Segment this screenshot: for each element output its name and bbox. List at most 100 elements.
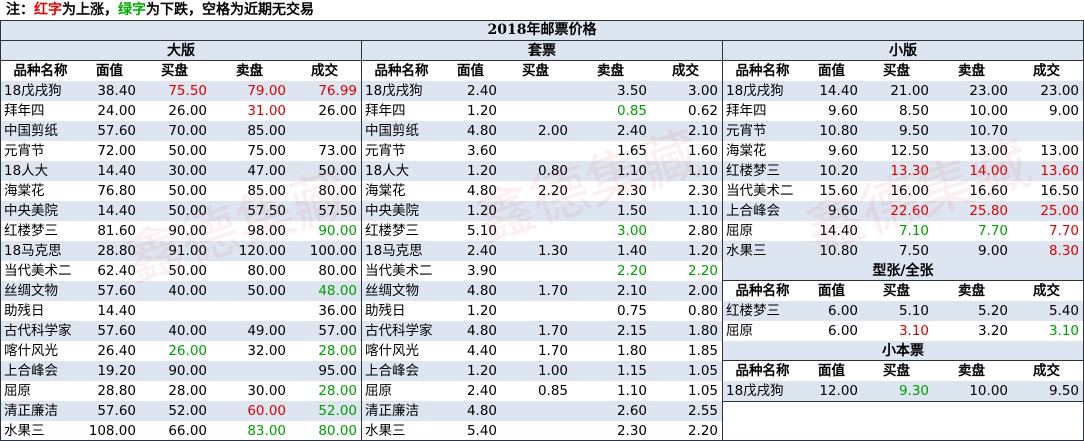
cell-buy: 22.60 [890, 203, 929, 219]
cell-face: 1.20 [466, 163, 497, 179]
cell-name: 上合峰会 [4, 363, 58, 379]
cell-buy: 7.10 [898, 223, 929, 239]
cell-sell: 2.30 [616, 423, 647, 439]
table-row: 古代科学家 4.80 1.70 2.15 1.80 [362, 321, 722, 341]
cell-sell: 1.80 [616, 343, 647, 359]
cell-face: 81.60 [97, 223, 136, 239]
header-face: 面值 [818, 363, 845, 379]
cell-name: 中国剪纸 [365, 123, 419, 139]
header-buy: 买盘 [883, 63, 910, 79]
panel-filler [722, 401, 1084, 441]
cell-buy [500, 201, 571, 221]
cell-name: 红楼梦三 [726, 163, 780, 179]
header-row-set: 品种名称 面值 买盘 卖盘 成交 [362, 61, 722, 81]
cell-name: 元宵节 [726, 123, 767, 139]
table-row: 18戊戌狗 12.00 9.30 10.00 9.50 [723, 381, 1083, 401]
table-row: 上合峰会 1.20 1.00 1.15 1.05 [362, 361, 722, 381]
table-row: 水果三 5.40 2.30 2.20 [362, 421, 722, 441]
cell-buy: 50.00 [168, 183, 207, 199]
table-row: 18马克思 2.40 1.30 1.40 1.20 [362, 241, 722, 261]
table-row: 上合峰会 9.60 22.60 25.80 25.00 [723, 201, 1083, 221]
cell-buy: 12.50 [890, 143, 929, 159]
cell-sell [210, 361, 289, 381]
cell-deal: 100.00 [309, 243, 357, 259]
cell-buy: 16.00 [890, 183, 929, 199]
cell-name: 元宵节 [365, 143, 406, 159]
cell-name: 拜年四 [4, 103, 45, 119]
cell-sell [210, 301, 289, 321]
cell-sell: 3.00 [616, 223, 647, 239]
panel-title-booklet: 小本票 [723, 341, 1083, 361]
cell-sell: 1.10 [616, 163, 647, 179]
cell-sell: 2.10 [616, 283, 647, 299]
table-row: 18人大 14.40 30.00 47.00 50.00 [1, 161, 361, 181]
cell-deal: 73.00 [318, 143, 357, 159]
cell-buy [500, 221, 571, 241]
cell-deal: 36.00 [318, 303, 357, 319]
cell-name: 18人大 [365, 163, 410, 179]
cell-deal: 7.70 [1048, 223, 1079, 239]
table-row: 拜年四 1.20 0.85 0.62 [362, 101, 722, 121]
cell-face: 6.00 [827, 303, 858, 319]
cell-sell: 1.15 [616, 363, 647, 379]
header-sell: 卖盘 [597, 63, 624, 79]
cell-name: 屈原 [4, 383, 31, 399]
header-row-booklet: 品种名称 面值 买盘 卖盘 成交 [723, 361, 1083, 381]
cell-deal [289, 121, 360, 141]
cell-deal: 0.62 [687, 103, 718, 119]
cell-face: 15.60 [819, 183, 858, 199]
table-row: 助残日 1.20 0.75 0.80 [362, 301, 722, 321]
cell-deal: 0.80 [687, 303, 718, 319]
cell-name: 当代美术二 [726, 183, 794, 199]
cell-buy: 1.70 [537, 323, 568, 339]
cell-buy: 30.00 [168, 163, 207, 179]
header-buy: 买盘 [161, 63, 188, 79]
table-row: 水果三 108.00 66.00 83.00 80.00 [1, 421, 361, 441]
cell-sell: 1.50 [616, 203, 647, 219]
cell-deal: 3.10 [1048, 323, 1079, 339]
panel-title-large: 大版 [1, 41, 361, 61]
cell-deal: 2.20 [687, 263, 718, 279]
cell-sell: 3.50 [616, 83, 647, 99]
table-row: 18戊戌狗 14.40 21.00 23.00 23.00 [723, 81, 1083, 101]
cell-face: 10.80 [819, 123, 858, 139]
cell-face: 10.80 [819, 243, 858, 259]
table-row: 清正廉洁 4.80 2.60 2.55 [362, 401, 722, 421]
cell-sell: 0.85 [616, 103, 647, 119]
cell-face: 2.40 [466, 383, 497, 399]
cell-sell: 14.00 [969, 163, 1008, 179]
cell-deal: 28.00 [318, 383, 357, 399]
cell-buy: 8.50 [898, 103, 929, 119]
cell-name: 上合峰会 [365, 363, 419, 379]
cell-face: 6.00 [827, 323, 858, 339]
cell-buy: 50.00 [168, 203, 207, 219]
cell-name: 水果三 [365, 423, 406, 439]
cell-sell: 50.00 [247, 283, 286, 299]
cell-sell: 30.00 [247, 383, 286, 399]
cell-sell: 2.60 [616, 403, 647, 419]
cell-sell: 83.00 [247, 423, 286, 439]
cell-deal: 80.00 [318, 263, 357, 279]
table-row: 屈原 6.00 3.10 3.20 3.10 [723, 321, 1083, 341]
cell-sell: 32.00 [247, 343, 286, 359]
cell-face: 12.00 [819, 383, 858, 399]
cell-name: 拜年四 [365, 103, 406, 119]
cell-face: 4.80 [466, 123, 497, 139]
cell-face: 38.40 [97, 83, 136, 99]
cell-sell: 79.00 [247, 83, 286, 99]
header-name: 品种名称 [374, 63, 429, 79]
cell-name: 18戊戌狗 [365, 83, 423, 99]
cell-face: 14.40 [97, 163, 136, 179]
table-row: 丝绸文物 57.60 40.00 50.00 48.00 [1, 281, 361, 301]
table-row: 水果三 10.80 7.50 9.00 8.30 [723, 241, 1083, 261]
cell-buy: 7.50 [898, 243, 929, 259]
cell-name: 红楼梦三 [4, 223, 58, 239]
cell-name: 海棠花 [726, 143, 767, 159]
cell-buy: 90.00 [168, 363, 207, 379]
header-buy: 买盘 [522, 63, 549, 79]
cell-name: 中央美院 [365, 203, 419, 219]
cell-buy: 66.00 [168, 423, 207, 439]
cell-buy: 40.00 [168, 323, 207, 339]
header-row-large: 品种名称 面值 买盘 卖盘 成交 [1, 61, 361, 81]
table-row: 红楼梦三 10.20 13.30 14.00 13.60 [723, 161, 1083, 181]
